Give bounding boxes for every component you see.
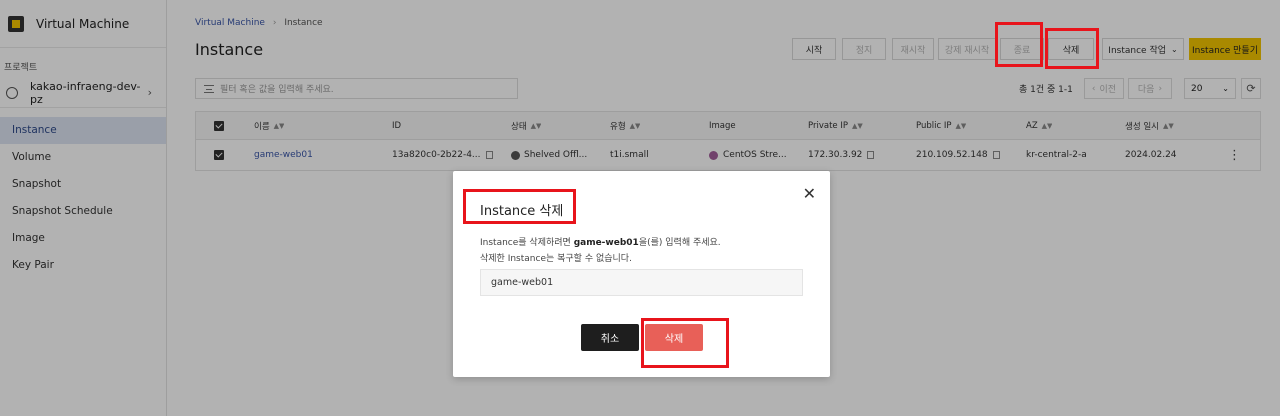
cancel-button[interactable]: 취소: [581, 324, 639, 351]
dialog-description: Instance를 삭제하려면 game-web01을(를) 입력해 주세요.: [480, 235, 721, 248]
desc-suffix: 을(를) 입력해 주세요.: [638, 238, 721, 248]
desc-instance-name: game-web01: [573, 238, 639, 248]
confirm-delete-button[interactable]: 삭제: [645, 324, 703, 351]
delete-instance-dialog: Instance 삭제 ✕ Instance를 삭제하려면 game-web01…: [453, 171, 830, 377]
close-icon[interactable]: ✕: [803, 184, 816, 203]
confirm-name-input[interactable]: game-web01: [480, 269, 803, 296]
dialog-warning: 삭제한 Instance는 복구할 수 없습니다.: [480, 254, 632, 264]
dialog-title: Instance 삭제: [480, 204, 564, 219]
desc-prefix: Instance를 삭제하려면: [480, 238, 574, 248]
